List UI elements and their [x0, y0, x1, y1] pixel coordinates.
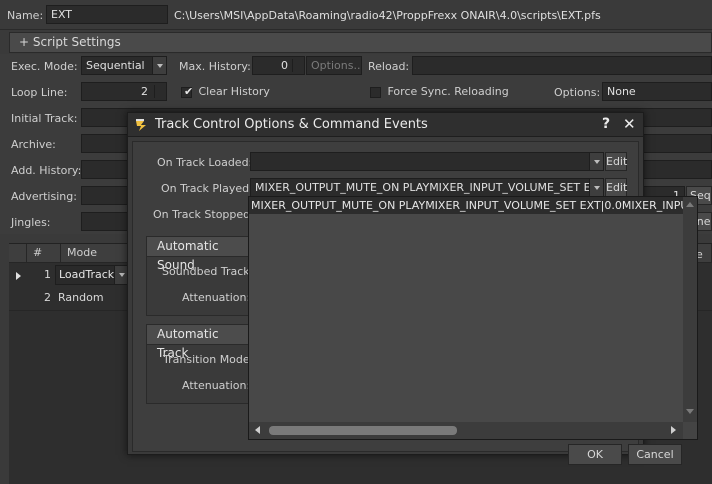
- force-sync-label: Force Sync. Reloading: [387, 85, 509, 98]
- row-mode-value: LoadTrack: [59, 268, 115, 281]
- transition-mode-label: Transition Mode:: [163, 353, 254, 366]
- on-track-played-select[interactable]: MIXER_OUTPUT_MUTE_ON PLAYMIXER_INPUT_VOL…: [250, 178, 604, 197]
- archive-label: Archive:: [11, 138, 56, 151]
- dialog-title-bar[interactable]: Track Control Options & Command Events ?…: [128, 113, 643, 137]
- jingles-label: Jingles:: [11, 216, 51, 229]
- chevron-down-icon: [589, 179, 603, 196]
- exec-mode-value: Sequential: [86, 59, 145, 72]
- name-input[interactable]: EXT: [46, 5, 168, 24]
- list-item[interactable]: MIXER_OUTPUT_MUTE_ON PLAYMIXER_INPUT_VOL…: [249, 197, 683, 214]
- chevron-down-icon: [152, 57, 166, 74]
- edit-loaded-button[interactable]: Edit: [605, 152, 627, 171]
- options-select[interactable]: None: [602, 82, 712, 101]
- checkbox-icon: [370, 86, 381, 98]
- options-button[interactable]: Options...: [306, 56, 362, 75]
- row-mode-value: Random: [58, 291, 104, 304]
- group-title: Automatic Track: [147, 325, 249, 360]
- chevron-down-icon: [589, 153, 603, 170]
- exec-mode-label: Exec. Mode:: [11, 60, 78, 73]
- row-num: 1: [44, 268, 51, 281]
- on-track-played-value: MIXER_OUTPUT_MUTE_ON PLAYMIXER_INPUT_VOL…: [255, 181, 604, 194]
- command-dropdown-list[interactable]: MIXER_OUTPUT_MUTE_ON PLAYMIXER_INPUT_VOL…: [248, 196, 698, 440]
- clear-history-label: Clear History: [198, 85, 270, 98]
- max-history-value: 0: [281, 59, 288, 72]
- loop-line-value: 2: [141, 85, 148, 98]
- scroll-right-icon[interactable]: [671, 426, 676, 434]
- automatic-track-group: Automatic Track Transition Mode: Attenua…: [146, 324, 254, 404]
- stepper-icon: [292, 59, 301, 72]
- exec-mode-select[interactable]: Sequential: [81, 56, 167, 75]
- cancel-button[interactable]: Cancel: [628, 444, 682, 465]
- on-track-stopped-label: On Track Stopped:: [153, 208, 254, 221]
- attenuation-label: Attenuation:: [182, 291, 251, 304]
- reload-label: Reload:: [368, 60, 410, 73]
- help-icon[interactable]: ?: [602, 116, 610, 132]
- advertising-label: Advertising:: [11, 190, 77, 203]
- group-title: Automatic Sound: [147, 237, 249, 272]
- script-path: C:\Users\MSI\AppData\Roaming\radio42\Pro…: [174, 9, 601, 22]
- script-settings-header[interactable]: + Script Settings: [9, 32, 712, 53]
- vertical-scrollbar[interactable]: [683, 197, 697, 422]
- reload-input[interactable]: [412, 56, 712, 75]
- close-icon[interactable]: ✕: [623, 115, 636, 133]
- on-track-played-label: On Track Played:: [161, 182, 253, 195]
- force-sync-checkbox[interactable]: Force Sync. Reloading: [370, 85, 509, 98]
- soundbed-track-label: Soundbed Track:: [162, 265, 254, 278]
- checkmark-icon: ✔: [184, 84, 194, 98]
- add-history-label: Add. History:: [11, 164, 82, 177]
- scroll-down-icon[interactable]: [686, 409, 694, 414]
- grid-header-indicator: [9, 244, 27, 263]
- horizontal-scrollbar[interactable]: [249, 422, 683, 439]
- scroll-corner: [683, 422, 697, 439]
- on-track-loaded-label: On Track Loaded:: [157, 156, 253, 169]
- stepper-icon: [154, 85, 164, 98]
- grid-header-num[interactable]: #: [27, 244, 61, 263]
- scroll-up-icon[interactable]: [686, 202, 694, 207]
- clear-history-checkbox[interactable]: ✔ Clear History: [181, 85, 270, 98]
- dialog-title: Track Control Options & Command Events: [155, 117, 428, 132]
- name-label: Name:: [7, 9, 44, 22]
- row-pointer-icon: [16, 272, 21, 280]
- on-track-loaded-select[interactable]: [250, 152, 604, 171]
- initial-track-label: Initial Track:: [11, 112, 78, 125]
- ok-button-visible[interactable]: OK: [568, 444, 622, 465]
- script-icon: [135, 118, 149, 132]
- attenuation-label: Attenuation:: [182, 379, 251, 392]
- row-mode-select[interactable]: LoadTrack: [55, 265, 129, 285]
- checkbox-icon: ✔: [181, 84, 194, 98]
- edit-played-button[interactable]: Edit: [605, 178, 627, 197]
- row-num: 2: [44, 291, 51, 304]
- top-bar: Name: EXT C:\Users\MSI\AppData\Roaming\r…: [0, 0, 712, 30]
- automatic-soundbed-group: Automatic Sound Soundbed Track: Attenuat…: [146, 236, 254, 316]
- scroll-thumb[interactable]: [269, 426, 457, 435]
- loop-line-label: Loop Line:: [11, 86, 68, 99]
- scroll-left-icon[interactable]: [255, 426, 260, 434]
- chevron-down-icon: [114, 266, 128, 284]
- max-history-stepper[interactable]: 0: [252, 56, 305, 75]
- options-label: Options:: [554, 86, 601, 99]
- max-history-label: Max. History:: [179, 60, 251, 73]
- loop-line-stepper[interactable]: 2: [81, 82, 167, 101]
